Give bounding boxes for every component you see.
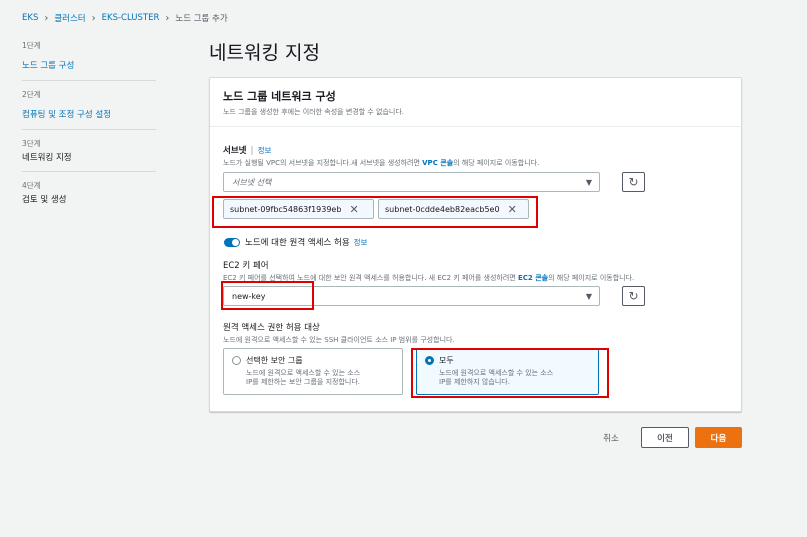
subnet-token: subnet-09fbc54863f1939eb ✕ bbox=[223, 199, 374, 219]
option-desc-line: IP를 제한하지 않습니다. bbox=[439, 378, 510, 387]
option-title: 모두 bbox=[439, 356, 454, 365]
source-option-security-group[interactable]: 선택한 보안 그룹 노드에 원격으로 액세스할 수 있는 소스 IP를 제한하는 … bbox=[223, 348, 403, 395]
step-number: 2단계 bbox=[22, 90, 41, 99]
subnet-refresh-button[interactable]: ↻ bbox=[622, 172, 645, 192]
page-title: 네트워킹 지정 bbox=[209, 42, 320, 64]
step-number: 1단계 bbox=[22, 41, 41, 50]
step-number: 3단계 bbox=[22, 139, 41, 148]
subnet-description: 노드가 실행될 VPC의 서브넷을 지정합니다.새 서브넷을 생성하려면 VPC… bbox=[223, 158, 539, 168]
caret-down-icon: ▼ bbox=[585, 178, 592, 187]
step-link-compute-scaling[interactable]: 컴퓨팅 및 조정 구성 설정 bbox=[22, 110, 111, 120]
source-label: 원격 액세스 권한 허용 대상 bbox=[223, 323, 320, 333]
close-icon[interactable]: ✕ bbox=[508, 203, 517, 216]
subnet-select[interactable]: 서브넷 선택 ▼ bbox=[223, 172, 600, 192]
keypair-select[interactable]: new-key ▼ bbox=[223, 286, 600, 306]
keypair-value: new-key bbox=[232, 291, 266, 301]
option-description: 노드에 원격으로 액세스할 수 있는 소스 IP를 제한하지 않습니다. bbox=[439, 369, 590, 388]
step-current-networking: 네트워킹 지정 bbox=[22, 153, 72, 163]
ec2-console-link[interactable]: EC2 콘솔 bbox=[518, 274, 548, 282]
subnet-token-label: subnet-09fbc54863f1939eb bbox=[230, 204, 342, 214]
refresh-icon: ↻ bbox=[628, 289, 639, 303]
network-config-panel: 노드 그룹 네트워크 구성 노드 그룹을 생성한 후에는 이러한 속성을 변경할… bbox=[209, 77, 742, 412]
step-3: 3단계 네트워킹 지정 bbox=[22, 138, 156, 172]
subnet-desc-suffix: 의 해당 페이지로 이동합니다. bbox=[453, 159, 540, 167]
subnet-placeholder: 서브넷 선택 bbox=[232, 177, 272, 187]
radio-button[interactable] bbox=[425, 356, 434, 365]
refresh-icon: ↻ bbox=[628, 175, 639, 189]
option-description: 노드에 원격으로 액세스할 수 있는 소스 IP를 제한하는 보안 그룹을 지정합… bbox=[246, 369, 394, 388]
previous-button[interactable]: 이전 bbox=[641, 427, 689, 448]
keypair-label: EC2 키 페어 bbox=[223, 261, 269, 271]
subnet-desc-text: 노드가 실행될 VPC의 서브넷을 지정합니다.새 서브넷을 생성하려면 bbox=[223, 159, 423, 167]
panel-description: 노드 그룹을 생성한 후에는 이러한 속성을 변경할 수 없습니다. bbox=[223, 108, 405, 116]
breadcrumb-current: 노드 그룹 추가 bbox=[175, 14, 228, 24]
chevron-right-icon: › bbox=[165, 12, 170, 24]
panel-header: 노드 그룹 네트워크 구성 노드 그룹을 생성한 후에는 이러한 속성을 변경할… bbox=[210, 78, 741, 127]
wizard-steps: 1단계 노드 그룹 구성 2단계 컴퓨팅 및 조정 구성 설정 3단계 네트워킹… bbox=[22, 40, 156, 221]
chevron-right-icon: › bbox=[91, 12, 96, 24]
divider: | bbox=[250, 146, 254, 156]
breadcrumb: EKS › 클러스터 › EKS-CLUSTER › 노드 그룹 추가 bbox=[22, 12, 228, 25]
step-link-node-group-config[interactable]: 노드 그룹 구성 bbox=[22, 61, 74, 71]
remote-access-info-link[interactable]: 정보 bbox=[354, 238, 368, 247]
source-description: 노드에 원격으로 액세스할 수 있는 SSH 클라이언트 소스 IP 범위를 구… bbox=[223, 336, 455, 344]
keypair-refresh-button[interactable]: ↻ bbox=[622, 286, 645, 306]
breadcrumb-clusters[interactable]: 클러스터 bbox=[54, 12, 85, 24]
close-icon[interactable]: ✕ bbox=[349, 203, 358, 216]
subnet-info-link[interactable]: 정보 bbox=[258, 146, 272, 155]
step-2: 2단계 컴퓨팅 및 조정 구성 설정 bbox=[22, 89, 156, 130]
option-desc-line: IP를 제한하는 보안 그룹을 지정합니다. bbox=[246, 378, 361, 387]
option-title: 선택한 보안 그룹 bbox=[246, 356, 303, 365]
radio-button[interactable] bbox=[232, 356, 241, 365]
subnet-label-text: 서브넷 bbox=[223, 146, 247, 156]
remote-access-toggle[interactable] bbox=[224, 238, 240, 247]
keypair-description: EC2 키 페어를 선택하여 노드에 대한 보안 원격 액세스를 허용합니다. … bbox=[223, 273, 634, 283]
subnet-label-group: 서브넷 | 정보 노드가 실행될 VPC의 서브넷을 지정합니다.새 서브넷을 생성… bbox=[223, 144, 539, 168]
step-1: 1단계 노드 그룹 구성 bbox=[22, 40, 156, 81]
vpc-console-link[interactable]: VPC 콘솔 bbox=[422, 159, 453, 167]
subnet-token: subnet-0cdde4eb82eacb5e0 ✕ bbox=[378, 199, 529, 219]
subnet-label: 서브넷 | 정보 bbox=[223, 144, 539, 156]
subnet-token-label: subnet-0cdde4eb82eacb5e0 bbox=[385, 204, 500, 214]
source-option-all[interactable]: 모두 노드에 원격으로 액세스할 수 있는 소스 IP를 제한하지 않습니다. bbox=[416, 348, 599, 395]
keypair-desc-text: EC2 키 페어를 선택하여 노드에 대한 보안 원격 액세스를 허용합니다. … bbox=[223, 274, 518, 282]
chevron-right-icon: › bbox=[44, 12, 49, 24]
keypair-desc-suffix: 의 해당 페이지로 이동합니다. bbox=[548, 274, 635, 282]
breadcrumb-eks[interactable]: EKS bbox=[22, 13, 38, 23]
step-4: 4단계 검토 및 생성 bbox=[22, 180, 156, 213]
breadcrumb-cluster[interactable]: EKS-CLUSTER bbox=[102, 13, 160, 23]
cancel-button[interactable]: 취소 bbox=[593, 427, 629, 448]
caret-down-icon: ▼ bbox=[585, 292, 592, 301]
source-label-group: 원격 액세스 권한 허용 대상 노드에 원격으로 액세스할 수 있는 SSH 클… bbox=[223, 321, 455, 345]
step-review-create: 검토 및 생성 bbox=[22, 195, 67, 205]
remote-access-label: 노드에 대한 원격 액세스 허용 bbox=[245, 238, 350, 248]
next-button[interactable]: 다음 bbox=[695, 427, 742, 448]
step-number: 4단계 bbox=[22, 181, 41, 190]
keypair-label-group: EC2 키 페어 EC2 키 페어를 선택하여 노드에 대한 보안 원격 액세스… bbox=[223, 259, 634, 283]
remote-access-label-group: 노드에 대한 원격 액세스 허용 정보 bbox=[245, 236, 367, 248]
panel-title: 노드 그룹 네트워크 구성 bbox=[223, 90, 336, 103]
